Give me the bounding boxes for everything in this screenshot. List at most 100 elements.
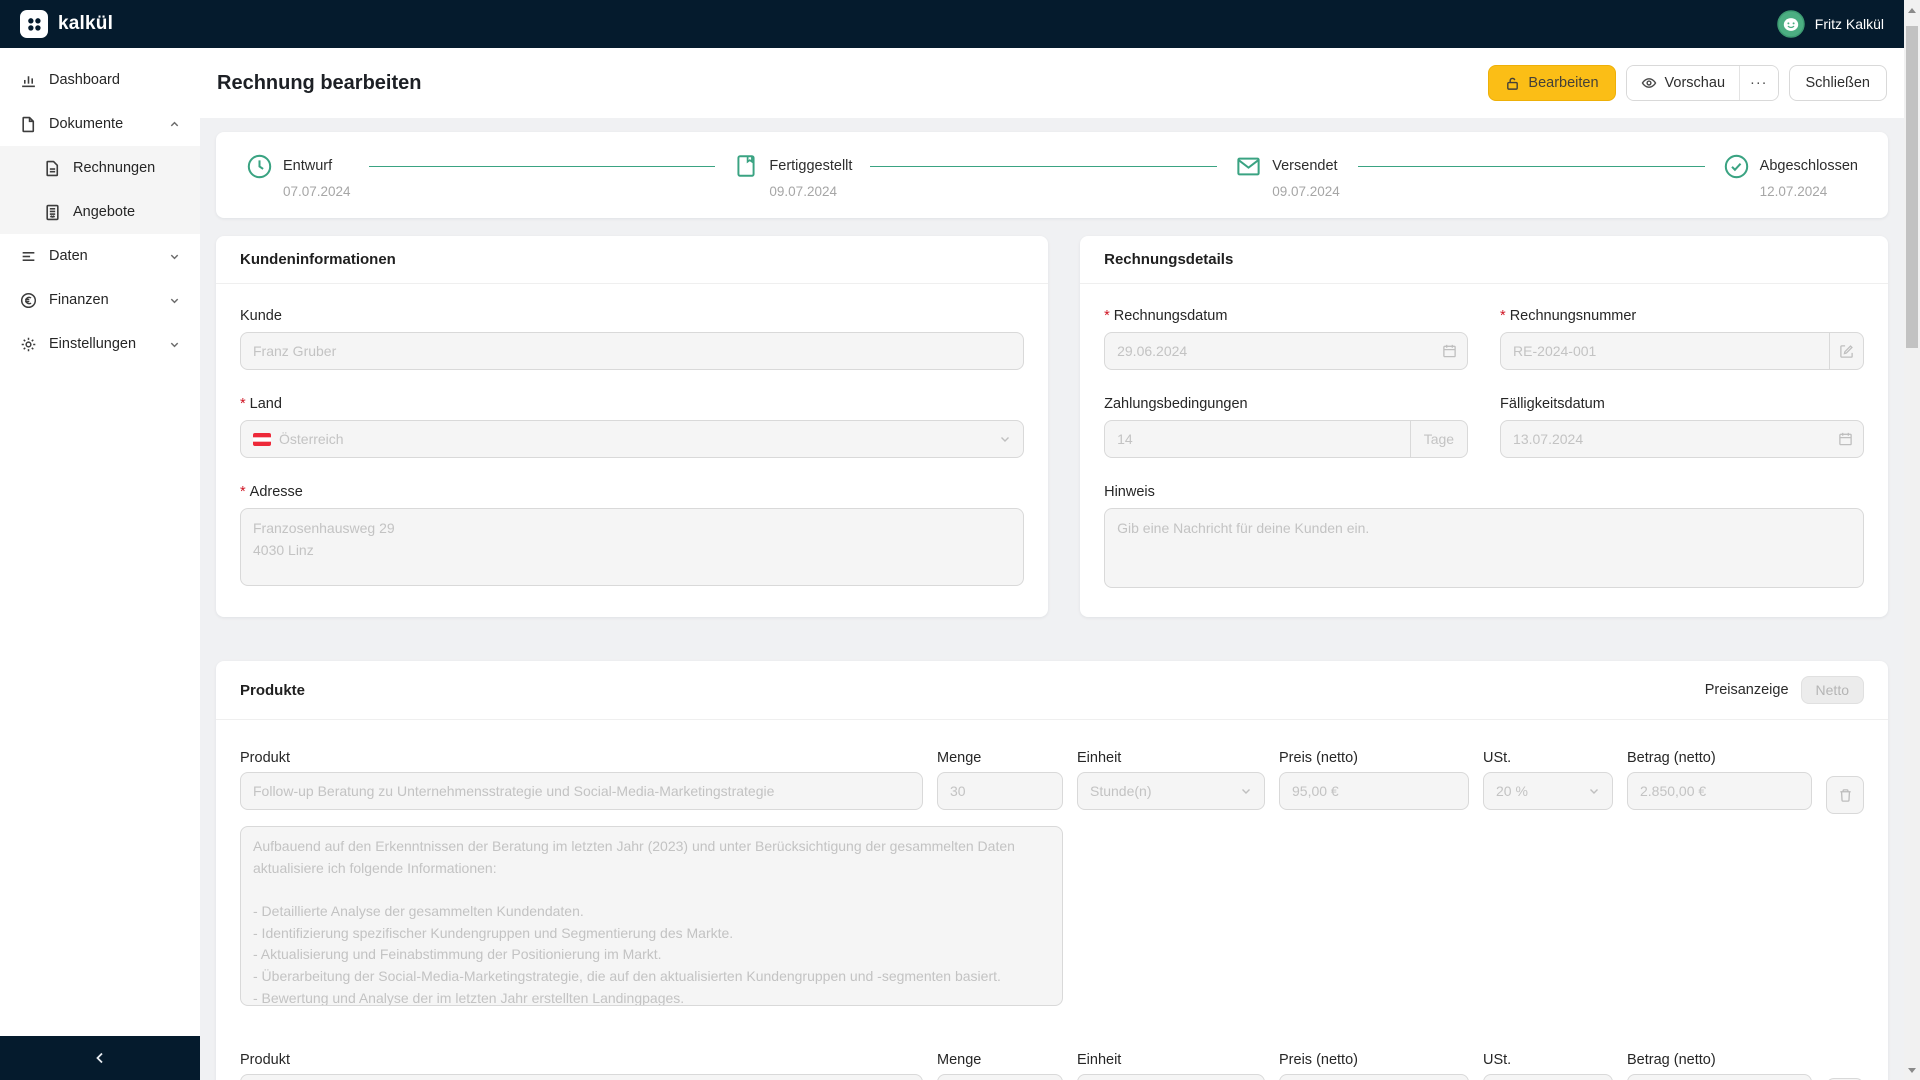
betrag-input[interactable] [1627, 772, 1812, 810]
zahlungsbedingungen-label: Zahlungsbedingungen [1104, 396, 1248, 412]
sidebar-item-einstellungen[interactable]: Einstellungen [0, 322, 200, 366]
step-label: Fertiggestellt [769, 157, 853, 174]
produkt-column-label: Produkt [240, 1052, 290, 1068]
step-date: 07.07.2024 [283, 183, 351, 199]
sidebar-item-angebote[interactable]: Angebote [0, 190, 200, 234]
required-marker: * [240, 396, 246, 412]
land-select[interactable]: Österreich [240, 420, 1025, 458]
land-label: * Land [240, 396, 282, 412]
sidebar-item-dokumente[interactable]: Dokumente [0, 102, 200, 146]
product-row: Produkt Menge Einheit Stunde(n) [240, 1052, 1864, 1080]
netto-toggle-button[interactable]: Netto [1800, 676, 1864, 704]
list-lines-icon [20, 248, 37, 265]
rechnungsnummer-input[interactable] [1500, 332, 1829, 370]
gear-icon [20, 336, 37, 353]
document-check-icon [733, 153, 759, 179]
menge-input[interactable] [937, 1074, 1063, 1080]
timeline-connector [1357, 165, 1705, 167]
betrag-column-label: Betrag (netto) [1627, 1052, 1716, 1068]
user-menu[interactable]: Fritz Kalkül [1777, 10, 1884, 38]
envelope-icon [1235, 153, 1262, 180]
kunde-input[interactable] [240, 332, 1025, 370]
menge-input[interactable] [937, 772, 1063, 810]
betrag-column-label: Betrag (netto) [1627, 750, 1716, 766]
delete-row-button[interactable] [1826, 776, 1864, 814]
content-scroll-area: Entwurf 07.07.2024 Fertiggestellt 09.07.… [200, 118, 1904, 1080]
einheit-select[interactable]: Stunde(n) [1077, 1074, 1265, 1080]
bearbeiten-button[interactable]: Bearbeiten [1488, 65, 1616, 101]
avatar [1777, 10, 1805, 38]
brand[interactable]: kalkül [20, 10, 113, 38]
euro-circle-icon [20, 292, 37, 309]
vorschau-button[interactable]: Vorschau [1626, 66, 1740, 100]
hinweis-label: Hinweis [1104, 484, 1155, 500]
faelligkeitsdatum-input[interactable] [1500, 420, 1864, 458]
required-marker: * [1500, 308, 1506, 324]
customer-info-card: Kundeninformationen Kunde *Land [216, 236, 1049, 617]
card-title: Kundeninformationen [240, 251, 396, 268]
step-label: Entwurf [283, 157, 333, 174]
ust-select[interactable]: 20 % [1483, 772, 1613, 810]
sidebar-item-dashboard[interactable]: Dashboard [0, 58, 200, 102]
preis-column-label: Preis (netto) [1279, 1052, 1358, 1068]
more-actions-button[interactable]: ··· [1739, 66, 1778, 100]
produkt-beschreibung-textarea[interactable]: Aufbauend auf den Erkenntnissen der Bera… [240, 826, 1063, 1006]
ust-value: 20 % [1496, 783, 1528, 799]
sidebar-collapse-button[interactable] [0, 1036, 200, 1080]
faelligkeitsdatum-label: Fälligkeitsdatum [1500, 396, 1605, 412]
kunde-label: Kunde [240, 308, 282, 324]
scroll-up-arrow[interactable] [1904, 2, 1920, 18]
timeline-step-abgeschlossen: Abgeschlossen 12.07.2024 [1723, 152, 1858, 199]
schliessen-button[interactable]: Schließen [1788, 65, 1887, 101]
ust-column-label: USt. [1483, 1052, 1512, 1068]
rechnungsdatum-input[interactable] [1104, 332, 1469, 370]
ellipsis-icon: ··· [1750, 75, 1768, 91]
brand-name: kalkül [58, 13, 114, 34]
invoice-details-card: Rechnungsdetails * Rechnungsdatum 29.06.… [1080, 236, 1888, 617]
scrollbar-thumb[interactable] [1906, 26, 1918, 348]
betrag-input[interactable] [1627, 1074, 1812, 1080]
app-window: kalkül Fritz Kalkül Dashboard Dokumente [0, 0, 1904, 1080]
sidebar-item-daten[interactable]: Daten [0, 234, 200, 278]
sidebar-item-finanzen[interactable]: Finanzen [0, 278, 200, 322]
zahlungsbedingungen-input[interactable] [1104, 420, 1410, 458]
sidebar-submenu-dokumente: Rechnungen Angebote [0, 146, 200, 234]
sidebar: Dashboard Dokumente Rechnungen Angebote … [0, 48, 200, 1080]
trash-icon [1838, 788, 1853, 803]
preis-input[interactable] [1279, 772, 1469, 810]
einheit-value: Stunde(n) [1090, 783, 1152, 799]
timeline-step-versendet: Versendet 09.07.2024 [1235, 152, 1340, 199]
adresse-textarea[interactable]: Franzosenhausweg 29 4030 Linz [240, 508, 1025, 586]
topbar: kalkül Fritz Kalkül [0, 0, 1904, 48]
scroll-down-arrow[interactable] [1904, 1062, 1920, 1078]
invoice-document-icon [44, 160, 61, 177]
hinweis-textarea[interactable] [1104, 508, 1864, 588]
sidebar-item-label: Daten [49, 248, 88, 264]
document-icon [20, 116, 37, 133]
check-circle-icon [1723, 153, 1750, 180]
chevron-down-icon [1240, 785, 1252, 797]
timeline-step-entwurf: Entwurf 07.07.2024 [246, 152, 351, 199]
required-marker: * [1104, 308, 1110, 324]
menge-column-label: Menge [937, 750, 982, 766]
rechnungsnummer-label: * Rechnungsnummer [1500, 308, 1637, 324]
user-name: Fritz Kalkül [1814, 16, 1884, 32]
step-date: 09.07.2024 [769, 183, 837, 199]
edit-icon[interactable] [1829, 332, 1864, 370]
preis-input[interactable] [1279, 1074, 1469, 1080]
product-row: Produkt Menge Einheit Stunde(n) [240, 750, 1864, 1006]
rechnungsdatum-label: * Rechnungsdatum [1104, 308, 1228, 324]
ust-select[interactable]: 20 % [1483, 1074, 1613, 1080]
tage-addon: Tage [1409, 420, 1469, 458]
ust-column-label: USt. [1483, 750, 1512, 766]
produkt-input[interactable] [240, 772, 923, 810]
produkt-column-label: Produkt [240, 750, 290, 766]
einheit-select[interactable]: Stunde(n) [1077, 772, 1265, 810]
timeline-step-fertiggestellt: Fertiggestellt 09.07.2024 [733, 152, 852, 199]
produkt-input[interactable] [240, 1074, 923, 1080]
vertical-scrollbar[interactable] [1904, 0, 1920, 1080]
required-marker: * [240, 484, 246, 500]
chevron-down-icon [169, 251, 180, 262]
sidebar-item-rechnungen[interactable]: Rechnungen [0, 146, 200, 190]
austria-flag-icon [253, 432, 271, 446]
